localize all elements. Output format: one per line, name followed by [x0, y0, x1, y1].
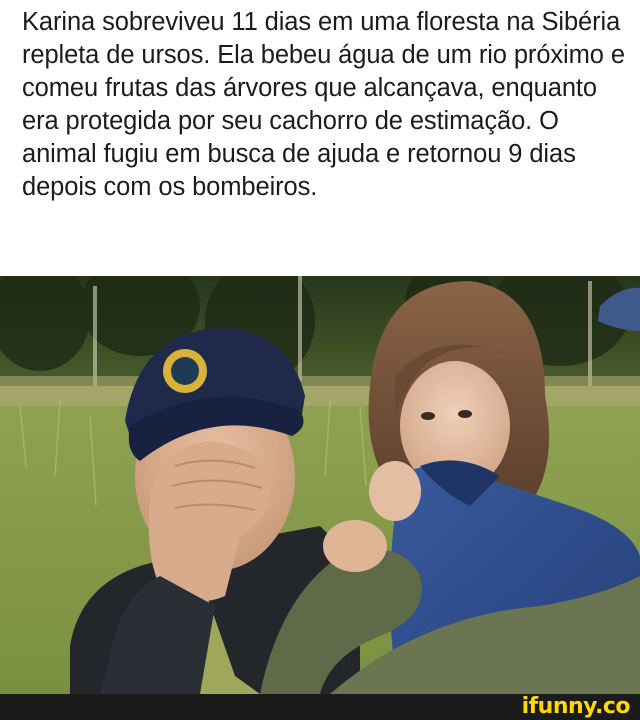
ifunny-watermark: ifunny.co	[521, 694, 631, 719]
rescue-photo	[0, 276, 640, 694]
meme-caption: Karina sobreviveu 11 dias em uma florest…	[22, 8, 625, 201]
footer-bar: ifunny.co	[0, 694, 640, 720]
